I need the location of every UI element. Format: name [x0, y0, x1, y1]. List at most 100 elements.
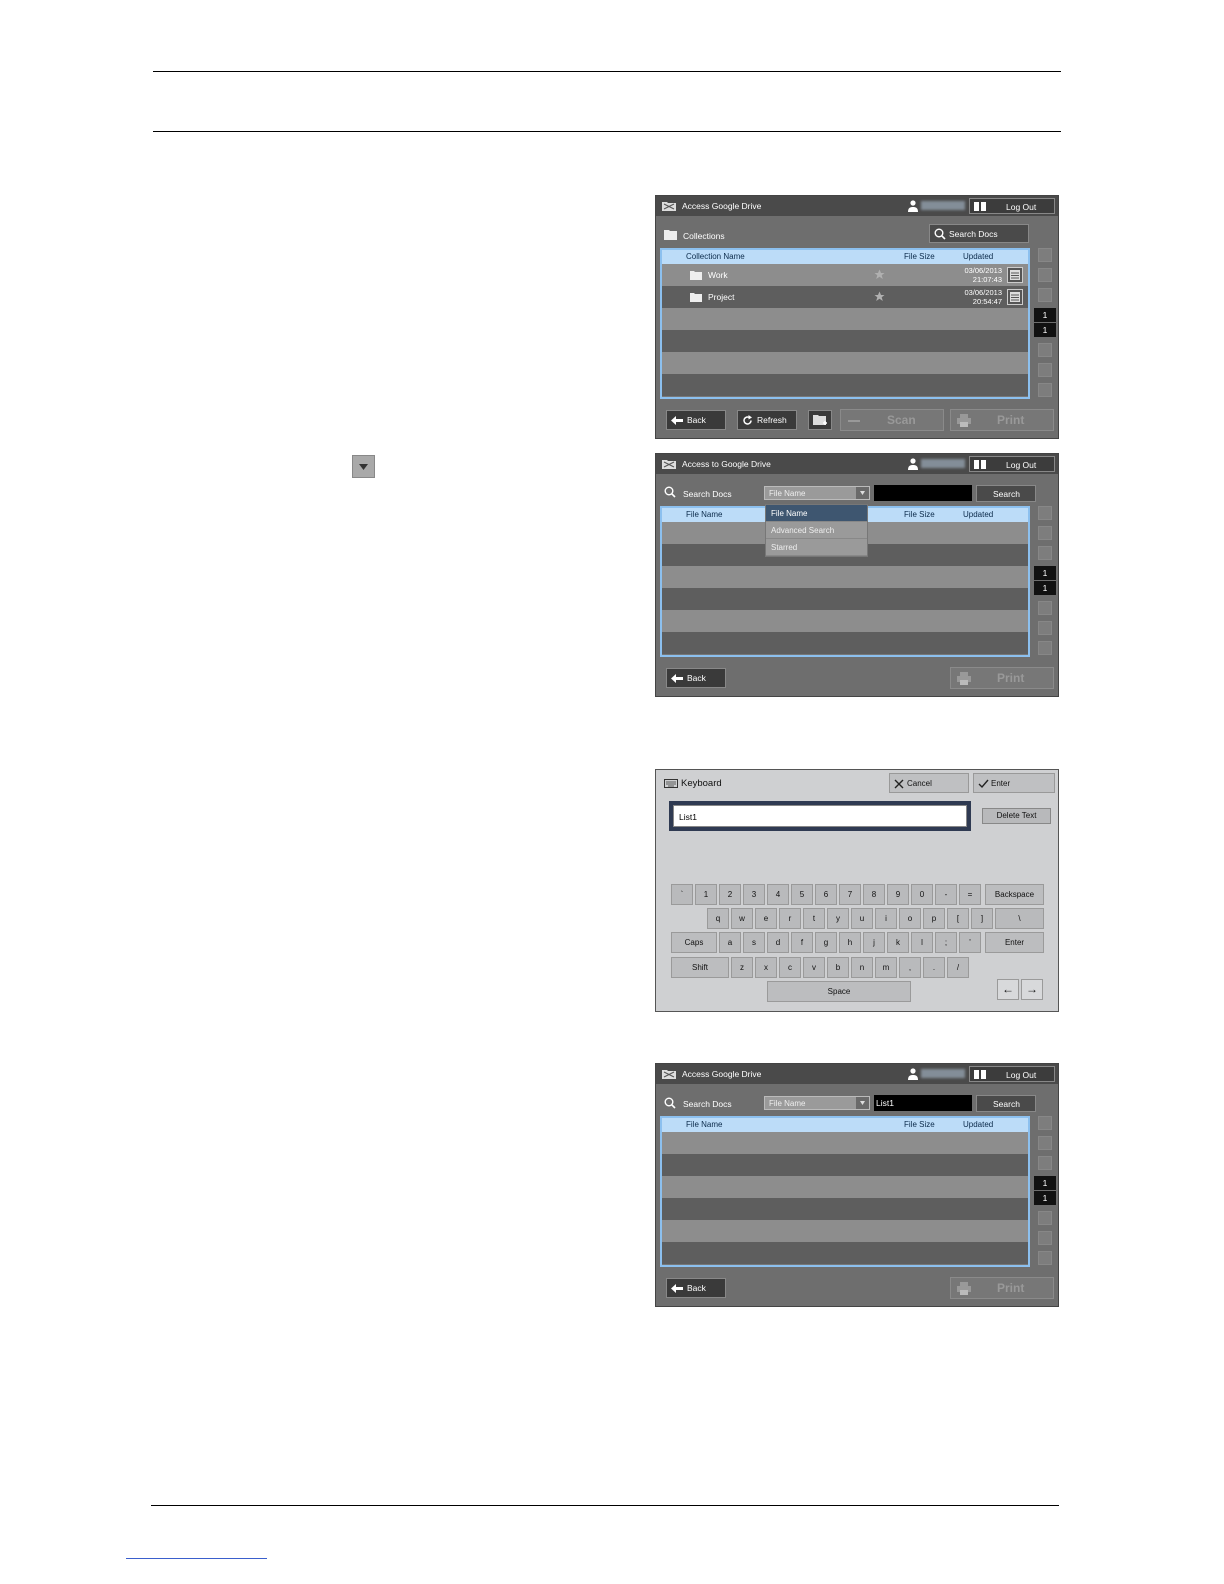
scroll-up-button[interactable]: [1038, 546, 1052, 560]
key-j[interactable]: j: [863, 932, 885, 953]
scroll-page-up-button[interactable]: [1038, 526, 1052, 540]
star-icon[interactable]: [874, 291, 885, 302]
scroll-top-button[interactable]: [1038, 248, 1052, 262]
enter-button[interactable]: Enter: [973, 773, 1055, 793]
row-details-button[interactable]: [1007, 289, 1023, 305]
scroll-bottom-button[interactable]: [1038, 1251, 1052, 1265]
key-space[interactable]: Space: [767, 981, 911, 1002]
key-2[interactable]: 2: [719, 884, 741, 905]
delete-text-button[interactable]: Delete Text: [982, 808, 1051, 824]
key-1[interactable]: 1: [695, 884, 717, 905]
back-button[interactable]: Back: [666, 668, 726, 688]
search-button[interactable]: Search: [976, 1095, 1036, 1112]
scroll-page-down-button[interactable]: [1038, 621, 1052, 635]
logout-button[interactable]: Log Out: [969, 456, 1055, 472]
scroll-down-button[interactable]: [1038, 343, 1052, 357]
print-button[interactable]: Print: [950, 667, 1054, 689]
key-right-bracket[interactable]: ]: [971, 908, 993, 929]
key-enter[interactable]: Enter: [985, 932, 1044, 953]
key-slash[interactable]: /: [947, 957, 969, 978]
key-b[interactable]: b: [827, 957, 849, 978]
key-s[interactable]: s: [743, 932, 765, 953]
key-9[interactable]: 9: [887, 884, 909, 905]
key-minus[interactable]: -: [935, 884, 957, 905]
back-button[interactable]: Back: [666, 1278, 726, 1298]
keyboard-text-input[interactable]: List1: [673, 805, 967, 827]
menu-item-file-name[interactable]: File Name: [766, 505, 867, 522]
key-g[interactable]: g: [815, 932, 837, 953]
scroll-bottom-button[interactable]: [1038, 383, 1052, 397]
key-left-bracket[interactable]: [: [947, 908, 969, 929]
key-w[interactable]: w: [731, 908, 753, 929]
key-6[interactable]: 6: [815, 884, 837, 905]
key-u[interactable]: u: [851, 908, 873, 929]
key-z[interactable]: z: [731, 957, 753, 978]
star-icon[interactable]: [874, 269, 885, 280]
key-m[interactable]: m: [875, 957, 897, 978]
key-l[interactable]: l: [911, 932, 933, 953]
key-k[interactable]: k: [887, 932, 909, 953]
key-8[interactable]: 8: [863, 884, 885, 905]
menu-item-advanced-search[interactable]: Advanced Search: [766, 522, 867, 539]
key-d[interactable]: d: [767, 932, 789, 953]
key-f[interactable]: f: [791, 932, 813, 953]
scroll-page-up-button[interactable]: [1038, 268, 1052, 282]
print-button[interactable]: Print: [950, 1277, 1054, 1299]
scroll-bottom-button[interactable]: [1038, 641, 1052, 655]
scroll-page-up-button[interactable]: [1038, 1136, 1052, 1150]
key-right-arrow[interactable]: →: [1021, 979, 1043, 1000]
key-v[interactable]: v: [803, 957, 825, 978]
key-7[interactable]: 7: [839, 884, 861, 905]
scroll-down-button[interactable]: [1038, 1211, 1052, 1225]
cancel-button[interactable]: Cancel: [889, 773, 969, 793]
key-x[interactable]: x: [755, 957, 777, 978]
key-0[interactable]: 0: [911, 884, 933, 905]
search-button[interactable]: Search: [976, 485, 1036, 502]
key-y[interactable]: y: [827, 908, 849, 929]
key-c[interactable]: c: [779, 957, 801, 978]
print-button[interactable]: Print: [950, 409, 1054, 431]
search-type-dropdown[interactable]: File Name: [764, 486, 870, 500]
key-p[interactable]: p: [923, 908, 945, 929]
back-button[interactable]: Back: [666, 410, 726, 430]
scroll-top-button[interactable]: [1038, 506, 1052, 520]
scroll-up-button[interactable]: [1038, 1156, 1052, 1170]
key-backslash[interactable]: \: [995, 908, 1044, 929]
scroll-up-button[interactable]: [1038, 288, 1052, 302]
key-h[interactable]: h: [839, 932, 861, 953]
row-details-button[interactable]: [1007, 267, 1023, 283]
scroll-top-button[interactable]: [1038, 1116, 1052, 1130]
logout-button[interactable]: Log Out: [969, 198, 1055, 214]
key-apostrophe[interactable]: ': [959, 932, 981, 953]
scan-button[interactable]: Scan: [840, 409, 944, 431]
key-e[interactable]: e: [755, 908, 777, 929]
scroll-down-button[interactable]: [1038, 601, 1052, 615]
key-i[interactable]: i: [875, 908, 897, 929]
table-row-work[interactable]: Work 03/06/2013 21:07:43: [662, 264, 1028, 286]
key-3[interactable]: 3: [743, 884, 765, 905]
key-a[interactable]: a: [719, 932, 741, 953]
key-left-arrow[interactable]: ←: [997, 979, 1019, 1000]
key-r[interactable]: r: [779, 908, 801, 929]
key-equals[interactable]: =: [959, 884, 981, 905]
key-backspace[interactable]: Backspace: [985, 884, 1044, 905]
key-4[interactable]: 4: [767, 884, 789, 905]
search-input[interactable]: List1: [874, 1095, 972, 1111]
key-shift[interactable]: Shift: [671, 957, 729, 978]
key-backtick[interactable]: `: [671, 884, 693, 905]
key-q[interactable]: q: [707, 908, 729, 929]
refresh-button[interactable]: Refresh: [737, 410, 797, 430]
key-semicolon[interactable]: ;: [935, 932, 957, 953]
key-n[interactable]: n: [851, 957, 873, 978]
logout-button[interactable]: Log Out: [969, 1066, 1055, 1082]
scroll-page-down-button[interactable]: [1038, 1231, 1052, 1245]
key-caps[interactable]: Caps: [671, 932, 717, 953]
menu-item-starred[interactable]: Starred: [766, 539, 867, 556]
key-comma[interactable]: ,: [899, 957, 921, 978]
key-5[interactable]: 5: [791, 884, 813, 905]
table-row-project[interactable]: Project 03/06/2013 20:54:47: [662, 286, 1028, 308]
search-input[interactable]: [874, 485, 972, 501]
scroll-page-down-button[interactable]: [1038, 363, 1052, 377]
key-period[interactable]: .: [923, 957, 945, 978]
search-docs-button[interactable]: Search Docs: [929, 224, 1029, 243]
